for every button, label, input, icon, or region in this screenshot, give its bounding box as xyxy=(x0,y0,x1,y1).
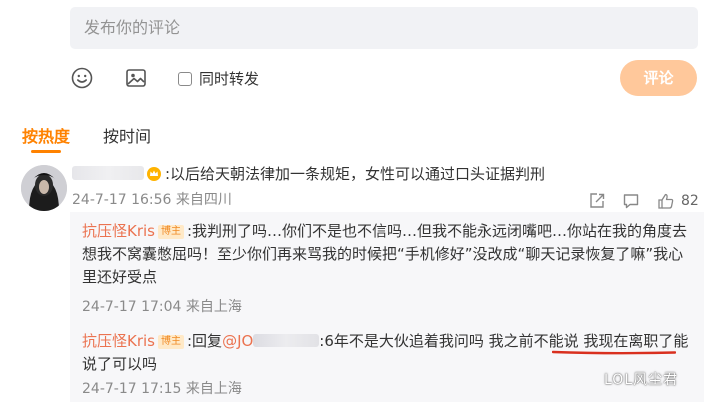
tab-sort-by-hot[interactable]: 按热度 xyxy=(22,127,70,147)
top-comment-meta: 24-7-17 16:56 来自四川 xyxy=(72,191,232,209)
crown-icon xyxy=(147,167,161,181)
share-icon[interactable] xyxy=(588,192,606,210)
reply-item: 抗压怪Kris 博主:我判刑了吗…你们不是也不信吗…但我不能永远闭嘴吧…你站在我的… xyxy=(82,220,694,289)
comment-location: 来自四川 xyxy=(175,192,232,208)
watermark: LOL风尘君 xyxy=(604,372,679,388)
reply-location: 来自上海 xyxy=(185,299,242,315)
checkbox-box[interactable] xyxy=(178,71,192,86)
avatar-image xyxy=(21,165,67,211)
repost-label: 同时转发 xyxy=(199,70,260,88)
repost-checkbox[interactable]: 同时转发 xyxy=(178,68,259,89)
reply-author[interactable]: 抗压怪Kris xyxy=(82,222,155,240)
blogger-badge: 博主 xyxy=(158,225,184,239)
reply-meta: 24-7-17 17:15 来自上海 xyxy=(82,380,242,398)
blogger-badge: 博主 xyxy=(158,335,184,349)
comment-icon[interactable] xyxy=(622,192,640,210)
like-icon[interactable] xyxy=(657,192,675,210)
top-comment-text: :以后给天朝法律加一条规矩，女性可以通过口头证据判刑 xyxy=(165,165,546,183)
like-count: 82 xyxy=(681,193,699,209)
reply-author[interactable]: 抗压怪Kris xyxy=(82,332,155,350)
avatar[interactable] xyxy=(21,165,67,211)
reply-location: 来自上海 xyxy=(185,381,242,397)
reply-time: 24-7-17 17:15 xyxy=(82,381,182,397)
top-comment: :以后给天朝法律加一条规矩，女性可以通过口头证据判刑 xyxy=(72,164,545,184)
blurred-username[interactable] xyxy=(72,166,144,180)
image-icon[interactable] xyxy=(124,66,148,90)
emoji-icon[interactable] xyxy=(70,66,94,90)
tab-sort-by-time[interactable]: 按时间 xyxy=(103,127,151,147)
mention-link[interactable]: @JO xyxy=(222,332,253,350)
comment-input[interactable]: 发布你的评论 xyxy=(70,7,698,49)
reply-meta: 24-7-17 17:04 来自上海 xyxy=(82,298,242,316)
reply-time: 24-7-17 17:04 xyxy=(82,299,182,315)
submit-comment-button[interactable]: 评论 xyxy=(620,60,697,96)
blurred-mention xyxy=(253,334,320,347)
reply-prefix: :回复 xyxy=(187,332,223,350)
comment-time: 24-7-17 16:56 xyxy=(72,192,172,208)
active-tab-indicator xyxy=(31,150,61,153)
red-hand-underline xyxy=(552,350,676,355)
